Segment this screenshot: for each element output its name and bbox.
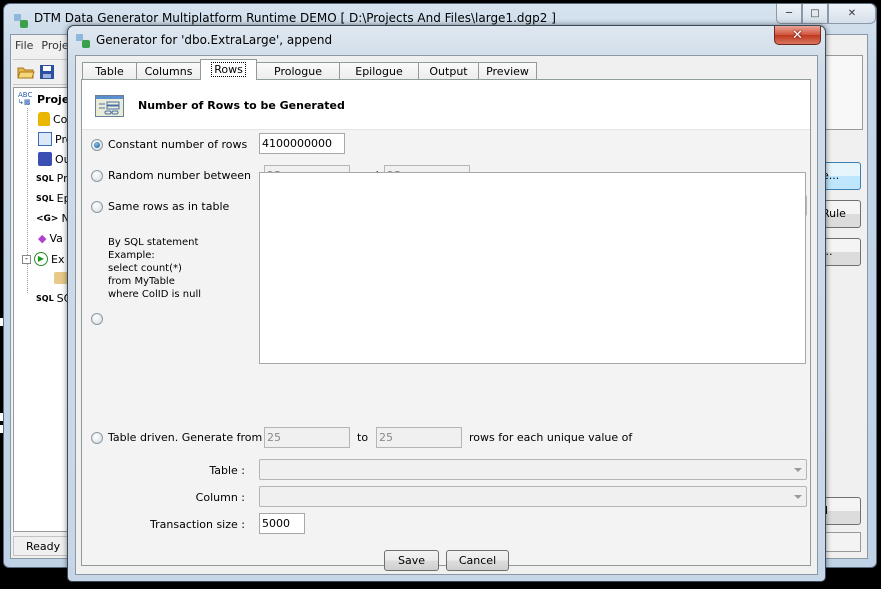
cancel-button[interactable]: Cancel <box>446 550 509 571</box>
table-driven-radio[interactable] <box>91 431 103 444</box>
dialog-client: Table Columns Rows Prologue Script Epilo… <box>75 55 818 575</box>
dialog-close-button[interactable]: ✕ <box>774 26 821 45</box>
section-title: Number of Rows to be Generated <box>138 99 345 112</box>
menu-bar: File Proje <box>15 39 69 52</box>
save-icon[interactable] <box>39 64 55 80</box>
tree-item[interactable]: Co <box>38 112 67 126</box>
random-rows-radio[interactable] <box>91 169 103 182</box>
toolbar <box>13 59 73 85</box>
tree-item[interactable]: SQL Pro <box>36 172 70 185</box>
section-header: Number of Rows to be Generated <box>82 80 810 130</box>
close-icon: ✕ <box>847 8 857 19</box>
tree-item[interactable] <box>54 272 68 284</box>
dialog-app-icon <box>76 34 90 48</box>
menu-file[interactable]: File <box>15 39 33 52</box>
tree-root[interactable]: ABC↳▩ Projec <box>18 91 70 106</box>
constant-rows-radio[interactable] <box>91 138 103 151</box>
unique-value-label: rows for each unique value of <box>469 431 633 444</box>
rows-tab-panel: Number of Rows to be Generated Constant … <box>81 79 811 566</box>
tab-table[interactable]: Table <box>82 62 137 80</box>
main-window-title: DTM Data Generator Multiplatform Runtime… <box>34 11 556 25</box>
tab-columns[interactable]: Columns <box>136 62 201 80</box>
main-caption-buttons: ─ □ ✕ <box>776 4 876 26</box>
column-select[interactable] <box>259 486 807 507</box>
tree-item[interactable]: ◆ Va <box>38 232 63 245</box>
chevron-down-icon <box>794 468 802 472</box>
connection-icon <box>38 112 50 126</box>
form-icon <box>95 95 124 117</box>
project-tree: ABC↳▩ Projec Co Pro Ou SQL Pro SQL <box>13 87 71 532</box>
table-driven-to-input[interactable]: 25 <box>376 427 462 448</box>
maximize-icon: □ <box>810 8 820 19</box>
maximize-button[interactable]: □ <box>802 4 828 24</box>
tree-item[interactable]: SQL Epi <box>36 192 70 205</box>
save-button[interactable]: Save <box>384 550 439 571</box>
script-icon <box>54 272 68 284</box>
tab-output[interactable]: Output <box>418 62 479 80</box>
edge-mark <box>0 425 3 433</box>
sql-statement-radio[interactable] <box>91 313 103 325</box>
table-driven-from-input[interactable]: 25 <box>264 427 350 448</box>
tree-item[interactable]: <G> Na <box>36 212 70 225</box>
app-icon <box>14 14 28 28</box>
tab-bar: Table Columns Rows Prologue Script Epilo… <box>82 59 537 91</box>
constant-rows-option[interactable]: Constant number of rows <box>91 138 247 151</box>
chevron-down-icon <box>794 495 802 499</box>
collapse-icon[interactable]: - <box>22 254 31 264</box>
open-folder-icon[interactable] <box>17 64 35 80</box>
menu-project[interactable]: Proje <box>41 39 68 52</box>
to-label: to <box>357 431 369 444</box>
minimize-icon: ─ <box>785 8 793 19</box>
table-label: Table : <box>209 464 245 477</box>
tree-item[interactable]: - ▶ Ex <box>22 252 64 266</box>
table-driven-option[interactable]: Table driven. Generate from <box>91 431 262 444</box>
edge-mark <box>0 413 3 421</box>
column-label: Column : <box>195 491 245 504</box>
sql-prologue-icon: SQL <box>36 174 54 183</box>
sql-statement-label: By SQL statement Example: select count(*… <box>108 237 201 300</box>
transaction-size-label: Transaction size : <box>150 518 245 531</box>
execute-icon: ▶ <box>34 252 48 266</box>
minimize-button[interactable]: ─ <box>776 4 802 24</box>
tab-epilogue-script[interactable]: Epilogue Script <box>339 62 419 91</box>
generator-dialog: Generator for 'dbo.ExtraLarge', append ✕… <box>67 25 826 582</box>
tab-rows[interactable]: Rows <box>200 59 257 80</box>
same-rows-radio[interactable] <box>91 200 103 213</box>
transaction-size-input[interactable]: 5000 <box>259 513 305 534</box>
table-select[interactable] <box>259 459 807 480</box>
value-library-icon: ◆ <box>38 232 47 245</box>
tab-prologue-script[interactable]: Prologue Script <box>256 62 340 91</box>
sql-statement-textarea[interactable] <box>259 172 806 364</box>
dialog-title: Generator for 'dbo.ExtraLarge', append <box>96 33 333 47</box>
output-icon <box>38 152 52 166</box>
tree-item[interactable]: Ou <box>38 152 70 166</box>
edge-mark <box>0 318 3 326</box>
main-close-button[interactable]: ✕ <box>828 4 876 24</box>
project-icon: ABC ↳▩ <box>18 91 33 106</box>
same-rows-option[interactable]: Same rows as in table <box>91 200 229 213</box>
sql-icon: SQL <box>36 294 54 303</box>
tab-preview[interactable]: Preview <box>478 62 537 80</box>
generator-icon: <G> <box>36 213 59 224</box>
sql-statement-option[interactable] <box>91 313 103 325</box>
close-icon: ✕ <box>792 27 803 43</box>
constant-rows-input[interactable]: 4100000000 <box>259 133 345 154</box>
status-bar: Ready <box>13 536 73 556</box>
properties-icon <box>38 132 52 146</box>
random-rows-option[interactable]: Random number between <box>91 169 251 182</box>
sql-epilogue-icon: SQL <box>36 194 54 203</box>
tree-item[interactable]: SQL SQ <box>36 292 70 305</box>
